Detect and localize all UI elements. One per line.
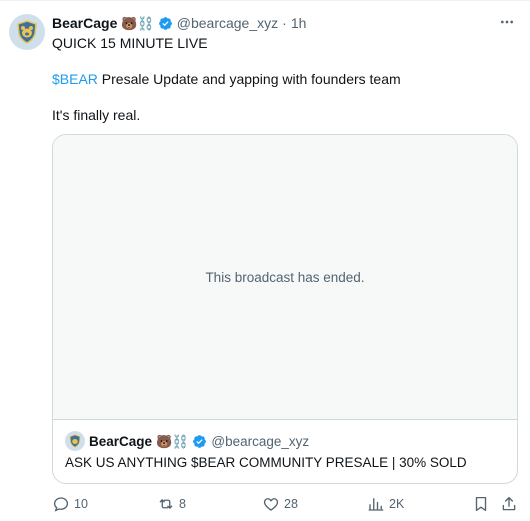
views-chart-icon: [368, 498, 384, 511]
repost-count: 8: [179, 497, 186, 511]
quote-author-handle: @bearcage_xyz: [211, 433, 310, 449]
share-icon: [502, 496, 516, 511]
broadcast-placeholder[interactable]: This broadcast has ended.: [53, 135, 517, 420]
quote-text: ASK US ANYTHING $BEAR COMMUNITY PRESALE …: [65, 455, 467, 470]
top-divider: [0, 0, 530, 1]
quote-author-emoji: 🐻⛓️: [156, 433, 189, 449]
tweet-text-line1: QUICK 15 MINUTE LIVE: [52, 35, 208, 51]
tweet-text-line3: It's finally real.: [52, 107, 141, 123]
bookmark-icon: [475, 496, 487, 512]
tweet-actions: 10 8 28 2K: [0, 494, 530, 514]
verified-badge-icon[interactable]: [158, 16, 173, 31]
like-button[interactable]: 28: [262, 494, 298, 514]
tweet-text-line2-rest: Presale Update and yapping with founders…: [97, 71, 401, 87]
broadcast-status: This broadcast has ended.: [205, 269, 365, 285]
more-horizontal-icon[interactable]: [498, 12, 516, 32]
author-handle[interactable]: @bearcage_xyz: [177, 15, 278, 31]
tweet-timestamp[interactable]: 1h: [291, 15, 307, 31]
views-count: 2K: [389, 497, 405, 511]
broadcast-card[interactable]: This broadcast has ended. BearCage 🐻⛓️ @…: [52, 134, 518, 484]
quote-header: BearCage 🐻⛓️ @bearcage_xyz: [65, 431, 309, 451]
views-button[interactable]: 2K: [367, 494, 404, 514]
verified-badge-icon: [192, 434, 207, 449]
author-avatar[interactable]: [9, 14, 45, 50]
tweet-text-line2: $BEAR Presale Update and yapping with fo…: [52, 70, 512, 88]
author-name[interactable]: BearCage: [52, 15, 117, 31]
repost-icon: [159, 499, 173, 509]
quote-avatar: [65, 431, 85, 451]
repost-button[interactable]: 8: [157, 494, 186, 514]
heart-icon: [263, 498, 279, 511]
bookmark-button[interactable]: [472, 494, 490, 514]
header-separator: ·: [282, 15, 287, 31]
reply-icon: [53, 497, 69, 512]
author-emoji: 🐻⛓️: [121, 15, 154, 31]
bear-shield-logo-icon: [65, 431, 85, 451]
bear-shield-logo-icon: [9, 14, 45, 50]
reply-button[interactable]: 10: [52, 494, 88, 514]
share-button[interactable]: [500, 494, 518, 514]
cashtag-link[interactable]: $BEAR: [52, 71, 98, 87]
quote-author-name: BearCage: [89, 433, 153, 449]
tweet-header: BearCage 🐻⛓️ @bearcage_xyz · 1h: [52, 13, 520, 33]
like-count: 28: [284, 497, 298, 511]
reply-count: 10: [74, 497, 88, 511]
